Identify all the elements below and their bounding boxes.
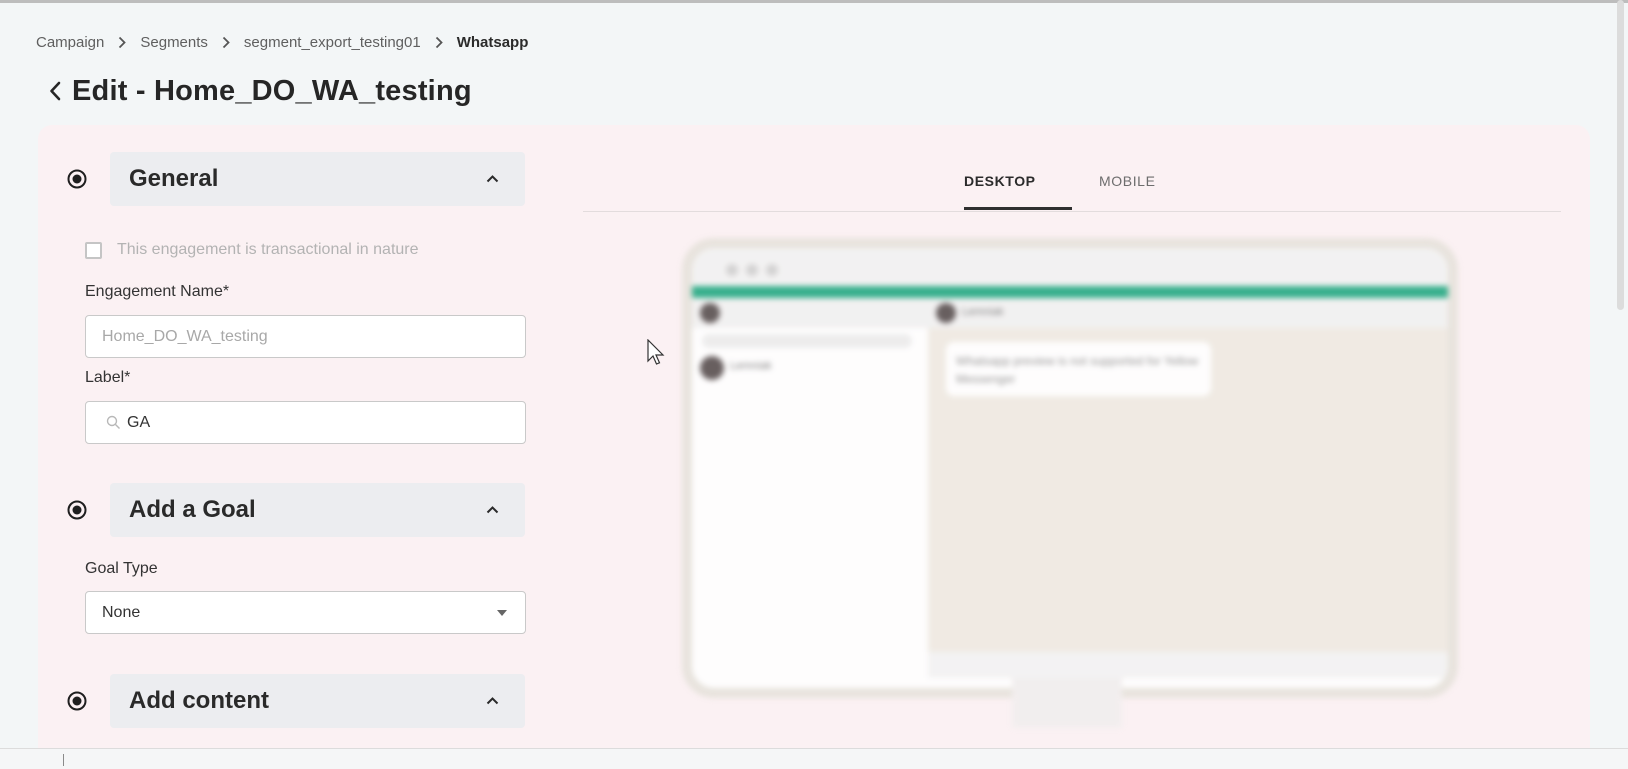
engagement-name-label: Engagement Name* bbox=[85, 283, 230, 300]
tab-mobile[interactable]: MOBILE bbox=[1099, 173, 1156, 189]
engagement-name-input[interactable]: Home_DO_WA_testing bbox=[85, 315, 526, 358]
goal-section-header[interactable]: Add a Goal bbox=[110, 483, 525, 537]
bottom-bar bbox=[0, 748, 1628, 769]
goal-type-select[interactable]: None bbox=[85, 591, 526, 634]
chevron-up-icon bbox=[485, 503, 499, 517]
divider bbox=[63, 754, 64, 766]
chevron-right-icon bbox=[104, 36, 140, 49]
goal-section-title: Add a Goal bbox=[129, 496, 256, 523]
chevron-right-icon bbox=[421, 36, 457, 49]
content-section-title: Add content bbox=[129, 687, 269, 714]
transactional-checkbox[interactable] bbox=[85, 241, 102, 259]
general-section-header[interactable]: General bbox=[110, 152, 525, 206]
step-radio-icon bbox=[67, 691, 87, 711]
chevron-right-icon bbox=[208, 36, 244, 49]
label-field-label: Label* bbox=[85, 369, 131, 386]
chevron-up-icon bbox=[485, 172, 499, 186]
preview-tabs: DESKTOP MOBILE bbox=[583, 155, 1561, 212]
engagement-name-placeholder: Home_DO_WA_testing bbox=[102, 327, 268, 345]
compose-bar bbox=[928, 652, 1448, 678]
chat-area-header: Lemniak bbox=[928, 298, 1448, 328]
monitor-frame: Lemniak Lemniak Whatsapp preview is not … bbox=[682, 238, 1458, 698]
step-radio-icon bbox=[67, 500, 87, 520]
transactional-row: This engagement is transactional in natu… bbox=[85, 241, 419, 259]
label-value: GA bbox=[127, 413, 151, 431]
goal-type-label: Goal Type bbox=[85, 560, 158, 577]
back-arrow-icon[interactable] bbox=[44, 78, 66, 104]
search-icon bbox=[106, 415, 121, 430]
window-dot-icon bbox=[746, 264, 758, 276]
window-dot-icon bbox=[726, 264, 738, 276]
transactional-label: This engagement is transactional in natu… bbox=[117, 241, 419, 258]
scrollbar[interactable] bbox=[1617, 0, 1624, 310]
chat-contact-name: Lemniak bbox=[962, 306, 1004, 318]
goal-type-value: None bbox=[102, 603, 141, 621]
monitor-stand bbox=[1012, 678, 1122, 728]
contact-avatar bbox=[700, 356, 724, 380]
avatar bbox=[700, 303, 720, 323]
breadcrumb-campaign[interactable]: Campaign bbox=[36, 34, 104, 51]
mouse-cursor-icon bbox=[647, 339, 665, 365]
page-header: Edit - Home_DO_WA_testing bbox=[44, 72, 472, 110]
breadcrumb-segment[interactable]: segment_export_testing01 bbox=[244, 34, 421, 51]
breadcrumb: Campaign Segments segment_export_testing… bbox=[36, 31, 528, 53]
step-radio-icon bbox=[67, 169, 87, 189]
chevron-up-icon bbox=[485, 694, 499, 708]
page-title: Edit - Home_DO_WA_testing bbox=[72, 74, 472, 107]
tab-desktop[interactable]: DESKTOP bbox=[964, 173, 1036, 189]
breadcrumb-current: Whatsapp bbox=[456, 33, 529, 51]
breadcrumb-segments[interactable]: Segments bbox=[140, 34, 208, 51]
chat-area: Lemniak Whatsapp preview is not supporte… bbox=[928, 298, 1448, 678]
window-titlebar bbox=[692, 248, 1448, 286]
desktop-preview: Lemniak Lemniak Whatsapp preview is not … bbox=[672, 238, 1462, 728]
caret-down-icon bbox=[497, 609, 507, 616]
top-border bbox=[0, 0, 1628, 3]
window-dot-icon bbox=[766, 264, 778, 276]
message-bubble: Whatsapp preview is not supported for Ye… bbox=[946, 342, 1211, 396]
contact-name: Lemniak bbox=[730, 360, 772, 372]
whatsapp-header-bar bbox=[692, 286, 1448, 298]
content-section-header[interactable]: Add content bbox=[110, 674, 525, 728]
chat-list-panel: Lemniak bbox=[692, 298, 929, 678]
label-input[interactable]: GA bbox=[85, 401, 526, 444]
active-tab-indicator bbox=[964, 207, 1072, 210]
chat-list-header bbox=[692, 298, 928, 328]
avatar bbox=[936, 303, 956, 323]
chat-search-bar bbox=[702, 334, 912, 348]
general-section-title: General bbox=[129, 165, 219, 192]
